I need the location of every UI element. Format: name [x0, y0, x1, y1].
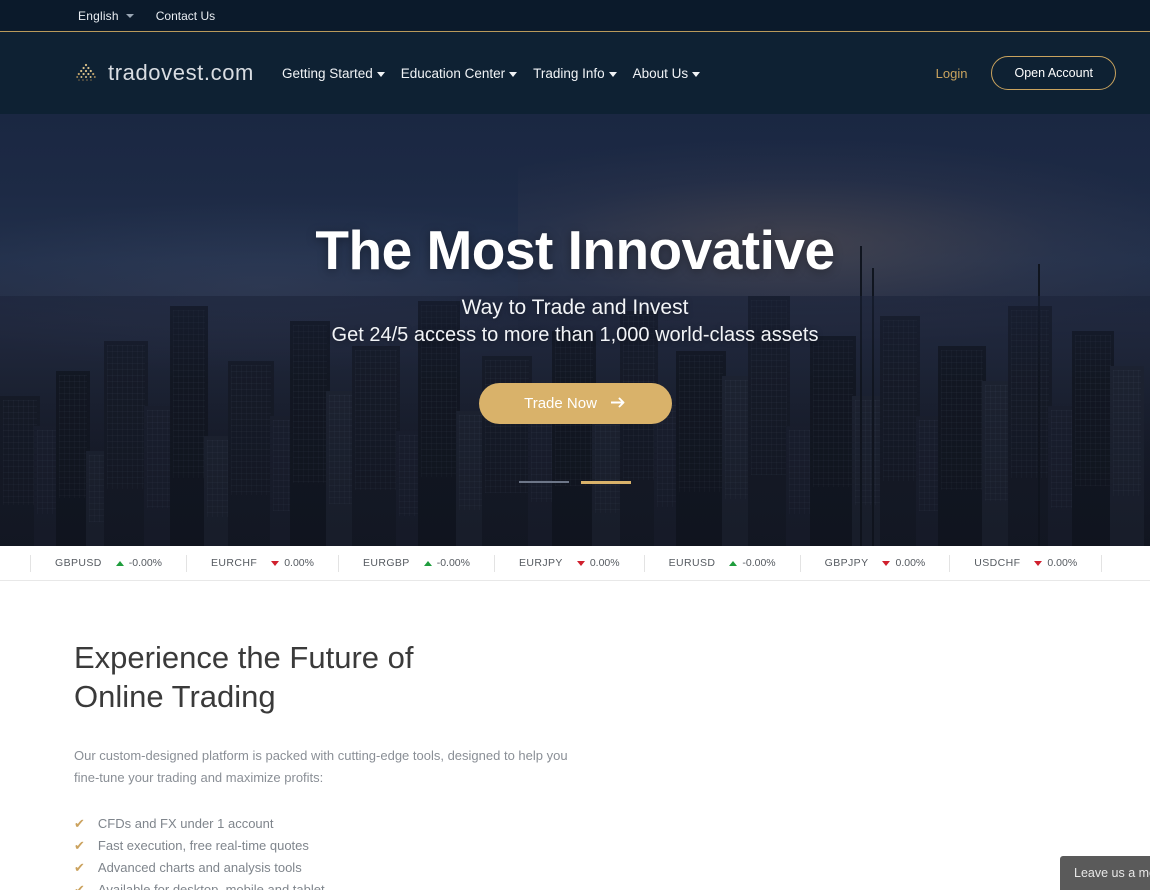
hero-subheadline-1: Way to Trade and Invest	[461, 295, 689, 319]
check-icon: ✔	[74, 882, 85, 890]
ticker-symbol: USDCHF	[974, 557, 1021, 569]
hero-slider-indicators	[0, 480, 1150, 484]
check-icon: ✔	[74, 816, 85, 831]
ticker-change: -0.00%	[423, 557, 470, 569]
feature-item: ✔ Fast execution, free real-time quotes	[74, 838, 634, 853]
trade-now-label: Trade Now	[524, 394, 597, 412]
top-bar: English Contact Us	[0, 0, 1150, 32]
feature-label: Fast execution, free real-time quotes	[97, 838, 309, 853]
main-content: Experience the Future of Online Trading …	[0, 581, 1150, 890]
check-icon: ✔	[74, 838, 85, 853]
arrow-up-icon	[729, 560, 738, 566]
arrow-up-icon	[423, 560, 432, 566]
open-account-button[interactable]: Open Account	[991, 56, 1116, 90]
brand-logo[interactable]: tradovest.com	[74, 60, 254, 86]
ticker-change: 0.00%	[576, 557, 620, 569]
check-icon: ✔	[74, 860, 85, 875]
nav-item-trading-info[interactable]: Trading Info	[533, 66, 617, 81]
arrow-right-icon	[609, 395, 626, 412]
ticker-change: 0.00%	[271, 557, 314, 569]
feature-label: Available for desktop, mobile and tablet	[97, 882, 325, 890]
ticker-change-value: 0.00%	[895, 557, 926, 569]
arrow-down-icon	[576, 560, 585, 566]
price-ticker-bar: GBPUSD -0.00% EURCHF 0.00% EURGBP -0.00% EURJP…	[0, 546, 1150, 581]
feature-list: ✔ CFDs and FX under 1 account ✔ Fast execut…	[74, 816, 634, 890]
ticker-symbol: EURGBP	[362, 557, 410, 569]
nav-label: Trading Info	[533, 65, 605, 81]
hero-banner: The Most Innovative Way to Trade and Inv…	[0, 114, 1150, 546]
main-navigation: Getting Started Education Center Trading…	[282, 65, 701, 81]
ticker-symbol: GBPUSD	[55, 557, 102, 569]
section-title: Experience the Future of Online Trading	[74, 639, 634, 717]
language-label: English	[78, 8, 119, 23]
nav-label: About Us	[632, 65, 689, 81]
ticker-item[interactable]: EURUSD -0.00%	[645, 554, 801, 572]
ticker-symbol: EURUSD	[668, 557, 716, 569]
feature-item: ✔ Advanced charts and analysis tools	[74, 860, 634, 875]
ticker-change-value: -0.00%	[742, 557, 776, 569]
header-actions: Login Open Account	[936, 56, 1116, 90]
arrow-down-icon	[1034, 560, 1043, 566]
arrow-down-icon	[271, 560, 280, 566]
ticker-change-value: 0.00%	[589, 557, 620, 569]
hero-content: The Most Innovative Way to Trade and Inv…	[0, 114, 1150, 484]
section-title-line2: Online Trading	[74, 678, 276, 714]
nav-label: Getting Started	[281, 65, 373, 81]
feature-item: ✔ Available for desktop, mobile and table…	[74, 882, 634, 890]
nav-item-education-center[interactable]: Education Center	[400, 65, 518, 81]
ticker-item[interactable]: USDCHF 0.00%	[950, 554, 1103, 572]
nav-item-about-us[interactable]: About Us	[633, 66, 701, 81]
contact-us-link[interactable]: Contact Us	[156, 9, 215, 23]
arrow-down-icon	[882, 560, 891, 566]
nav-item-getting-started[interactable]: Getting Started	[282, 66, 385, 81]
arrow-up-icon	[115, 560, 124, 566]
slider-dot-1[interactable]	[519, 480, 569, 483]
pyramid-dots-logo-icon	[74, 62, 98, 84]
chevron-down-icon	[692, 71, 701, 77]
feature-label: Advanced charts and analysis tools	[97, 860, 302, 875]
ticker-change: 0.00%	[882, 557, 925, 569]
ticker-change-value: -0.00%	[128, 557, 163, 569]
ticker-item[interactable]: EURCHF 0.00%	[187, 554, 339, 572]
ticker-change-value: -0.00%	[436, 557, 470, 569]
section-paragraph: Our custom-designed platform is packed w…	[74, 747, 568, 786]
feature-item: ✔ CFDs and FX under 1 account	[74, 816, 634, 831]
ticker-change-value: 0.00%	[1047, 557, 1078, 569]
section-title-line1: Experience the Future of	[74, 640, 414, 675]
ticker-change: -0.00%	[115, 557, 163, 569]
ticker-symbol: EURJPY	[519, 557, 563, 569]
language-selector[interactable]: English	[78, 9, 134, 23]
chevron-down-icon	[608, 71, 617, 77]
ticker-change-value: 0.00%	[284, 557, 314, 569]
ticker-item[interactable]: EURGBP -0.00%	[339, 554, 495, 572]
ticker-symbol: GBPJPY	[824, 557, 869, 569]
ticker-item[interactable]: GBPUSD -0.00%	[30, 554, 188, 572]
ticker-change: 0.00%	[1034, 557, 1077, 569]
hero-headline: The Most Innovative	[315, 219, 835, 281]
ticker-symbol: EURCHF	[211, 557, 258, 569]
ticker-item[interactable]: GBPJPY 0.00%	[801, 554, 951, 572]
slider-dot-2[interactable]	[581, 480, 631, 484]
chevron-down-icon	[125, 13, 134, 18]
login-link[interactable]: Login	[936, 66, 968, 81]
ticker-change: -0.00%	[729, 557, 776, 569]
nav-label: Education Center	[400, 65, 506, 81]
chevron-down-icon	[376, 71, 385, 77]
hero-subheadline-2: Get 24/5 access to more than 1,000 world…	[331, 323, 819, 346]
feature-label: CFDs and FX under 1 account	[97, 816, 274, 831]
trade-now-button[interactable]: Trade Now	[478, 382, 672, 424]
site-header: tradovest.com Getting Started Education …	[0, 32, 1150, 114]
ticker-item[interactable]: EURJPY 0.00%	[495, 554, 645, 572]
brand-name: tradovest.com	[108, 60, 254, 85]
chevron-down-icon	[509, 71, 518, 77]
intro-column: Experience the Future of Online Trading …	[74, 639, 634, 890]
chat-widget[interactable]: Leave us a message	[1060, 856, 1150, 890]
